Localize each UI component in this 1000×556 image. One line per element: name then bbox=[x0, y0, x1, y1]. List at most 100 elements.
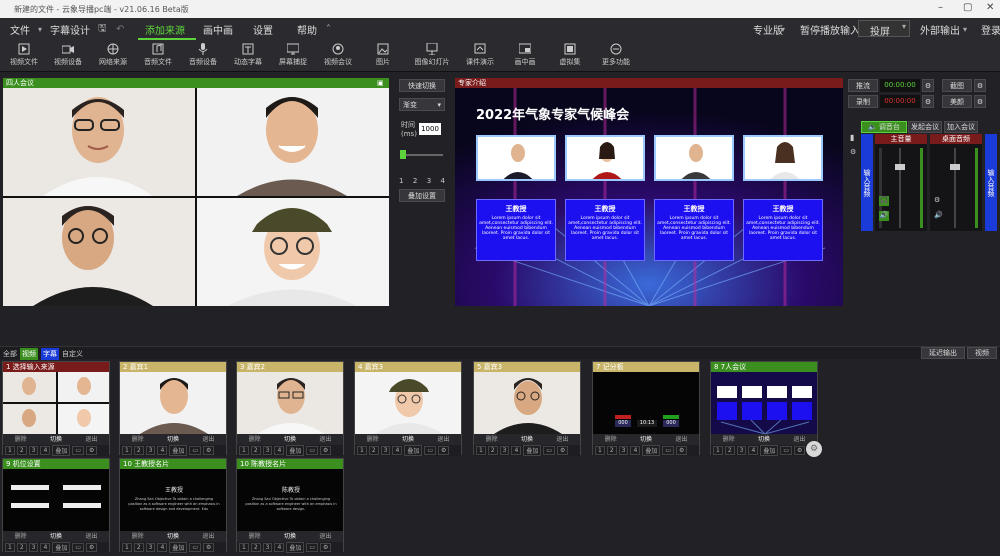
toolbar-audio-device[interactable]: 音频设备 bbox=[181, 43, 225, 67]
num-3[interactable]: 3 bbox=[380, 446, 391, 455]
preview-video[interactable] bbox=[3, 88, 389, 306]
num-3[interactable]: 3 bbox=[618, 446, 629, 455]
beauty-settings-gear-icon[interactable]: ⚙ bbox=[974, 95, 986, 108]
num-2[interactable]: 2 bbox=[133, 446, 144, 455]
toolbar-screen-capture[interactable]: 屏幕捕捉 bbox=[271, 43, 315, 67]
exit-button[interactable]: 退出 bbox=[202, 434, 214, 445]
num-2[interactable]: 2 bbox=[16, 446, 27, 455]
toolbar-audio-file[interactable]: 音频文件 bbox=[136, 43, 180, 67]
pause-input-button[interactable]: 暂停播放输入 bbox=[800, 22, 860, 37]
menu-file[interactable]: 文件 bbox=[10, 22, 30, 37]
source-card-6[interactable]: 7 记分板 000 10:13 000 删除 切换 退出 1 2 3 4 叠加 ▭ ⚙ bbox=[592, 361, 700, 456]
source-card-9[interactable]: 10 王教授名片 王教授 Zhang San Objective To obta… bbox=[119, 458, 227, 553]
screenshot-settings-gear-icon[interactable]: ⚙ bbox=[974, 79, 986, 92]
settings-gear-icon[interactable]: ⚙ bbox=[557, 446, 569, 455]
exit-button[interactable]: 退出 bbox=[675, 434, 687, 445]
monitor-icon[interactable]: ▭ bbox=[780, 446, 792, 455]
delete-button[interactable]: 删除 bbox=[249, 531, 261, 542]
settings-gear-icon[interactable]: ⚙ bbox=[320, 543, 332, 552]
delete-button[interactable]: 删除 bbox=[15, 531, 27, 542]
settings-gear-icon[interactable]: ⚙ bbox=[86, 543, 98, 552]
minimize-icon[interactable]: – bbox=[938, 2, 943, 13]
switch-button[interactable]: 切换 bbox=[50, 531, 62, 542]
headphone-icon[interactable]: 🎧 bbox=[879, 196, 889, 206]
delete-button[interactable]: 删除 bbox=[132, 531, 144, 542]
tab-mixer[interactable]: 🔈 调音台 bbox=[861, 121, 907, 133]
num-1[interactable]: 1 bbox=[122, 543, 132, 552]
chevron-down-icon[interactable]: ▾ bbox=[902, 22, 906, 31]
num-1[interactable]: 1 bbox=[5, 543, 15, 552]
toolbar-virtual-set[interactable]: 虚拟集 bbox=[548, 43, 592, 67]
exit-button[interactable]: 退出 bbox=[556, 434, 568, 445]
settings-gear-icon[interactable]: ⚙ bbox=[676, 446, 688, 455]
close-icon[interactable]: ✕ bbox=[986, 2, 994, 13]
toolbar-image[interactable]: 图片 bbox=[361, 43, 405, 67]
program-video[interactable]: 2022年气象专家气候峰会 王教授 Lorem ipsum dolor sit a… bbox=[455, 88, 843, 306]
overlay-button[interactable]: 叠加 bbox=[52, 542, 71, 553]
overlay-button[interactable]: 叠加 bbox=[52, 445, 71, 456]
toolbar-pip[interactable]: 画中画 bbox=[503, 43, 547, 67]
monitor-icon[interactable]: ▭ bbox=[189, 446, 201, 455]
num-1[interactable]: 1 bbox=[476, 446, 486, 455]
record-settings-gear-icon[interactable]: ⚙ bbox=[922, 95, 934, 108]
source-card-3[interactable]: 3 嘉宾2 删除 切换 退出 1 2 3 4 叠加 ▭ ⚙ bbox=[236, 361, 344, 456]
overlay-button[interactable]: 叠加 bbox=[169, 445, 188, 456]
switch-button[interactable]: 切换 bbox=[758, 434, 770, 445]
toolbar-dynamic-subtitle[interactable]: 动态字幕 bbox=[226, 43, 270, 67]
quick-switch-button[interactable]: 快速切换 bbox=[399, 79, 445, 92]
settings-gear-icon[interactable]: ⚙ bbox=[850, 148, 858, 158]
transition-slider-track[interactable] bbox=[401, 154, 443, 156]
num-4[interactable]: 4 bbox=[274, 446, 285, 455]
sort-select[interactable]: 视频 bbox=[967, 347, 997, 359]
filter-custom[interactable]: 自定义 bbox=[62, 349, 83, 359]
num-3[interactable]: 3 bbox=[262, 446, 273, 455]
maximize-icon[interactable]: ▢ bbox=[963, 2, 972, 13]
toolbar-courseware[interactable]: 课件演示 bbox=[458, 43, 502, 67]
page-2[interactable]: 2 bbox=[413, 177, 417, 187]
tab-pip[interactable]: 画中画 bbox=[203, 22, 233, 37]
page-4[interactable]: 4 bbox=[441, 177, 445, 187]
toolbar-more[interactable]: 更多功能 bbox=[594, 43, 638, 67]
num-4[interactable]: 4 bbox=[274, 543, 285, 552]
switch-button[interactable]: 切换 bbox=[50, 434, 62, 445]
delete-button[interactable]: 删除 bbox=[367, 434, 379, 445]
tab-start-meeting[interactable]: 发起会议 bbox=[908, 121, 942, 133]
filter-all[interactable]: 全部 bbox=[3, 349, 17, 359]
source-card-4[interactable]: 4 嘉宾3 删除 切换 退出 1 2 3 4 叠加 ▭ ⚙ bbox=[354, 361, 462, 456]
desktop-fader-track[interactable] bbox=[954, 148, 956, 228]
num-1[interactable]: 1 bbox=[239, 543, 249, 552]
num-2[interactable]: 2 bbox=[724, 446, 735, 455]
overlay-button[interactable]: 叠加 bbox=[642, 445, 661, 456]
settings-gear-icon[interactable]: ⚙ bbox=[203, 446, 215, 455]
num-2[interactable]: 2 bbox=[133, 543, 144, 552]
source-card-1[interactable]: 1 选择输入来源 删除 切换 退出 1 2 3 4 叠加 ▭ ⚙ bbox=[2, 361, 110, 456]
switch-button[interactable]: 切换 bbox=[284, 531, 296, 542]
num-3[interactable]: 3 bbox=[28, 543, 39, 552]
tab-add-source[interactable]: 添加来源 bbox=[145, 22, 185, 37]
num-2[interactable]: 2 bbox=[487, 446, 498, 455]
delete-button[interactable]: 删除 bbox=[486, 434, 498, 445]
source-card-10[interactable]: 10 陈教授名片 陈教授 Zhang San Objective To obta… bbox=[236, 458, 344, 553]
switch-button[interactable]: 切换 bbox=[167, 434, 179, 445]
num-4[interactable]: 4 bbox=[40, 543, 51, 552]
speaker-icon[interactable]: 🔊 bbox=[879, 211, 889, 221]
tab-join-meeting[interactable]: 加入会议 bbox=[944, 121, 978, 133]
num-3[interactable]: 3 bbox=[262, 543, 273, 552]
settings-gear-icon[interactable]: ⚙ bbox=[203, 543, 215, 552]
screenshot-button[interactable]: 截图 bbox=[942, 79, 972, 92]
save-icon[interactable]: 🖫 bbox=[98, 21, 107, 38]
switch-button[interactable]: 切换 bbox=[640, 434, 652, 445]
num-1[interactable]: 1 bbox=[595, 446, 605, 455]
desktop-fader-handle[interactable] bbox=[950, 164, 960, 170]
speaker-icon[interactable]: 🔊 bbox=[934, 211, 944, 221]
add-source-icon[interactable]: ⚙ bbox=[806, 441, 822, 457]
num-2[interactable]: 2 bbox=[368, 446, 379, 455]
overlay-button[interactable]: 叠加 bbox=[169, 542, 188, 553]
exit-button[interactable]: 退出 bbox=[202, 531, 214, 542]
page-1[interactable]: 1 bbox=[399, 177, 403, 187]
toolbar-network-source[interactable]: 网络来源 bbox=[91, 43, 135, 67]
source-card-7[interactable]: 8 7人会议 删除 切换 退出 1 2 3 4 叠加 ▭ ⚙ bbox=[710, 361, 818, 456]
num-1[interactable]: 1 bbox=[357, 446, 367, 455]
num-2[interactable]: 2 bbox=[250, 446, 261, 455]
chevron-down-icon[interactable]: ▾ bbox=[963, 25, 967, 34]
